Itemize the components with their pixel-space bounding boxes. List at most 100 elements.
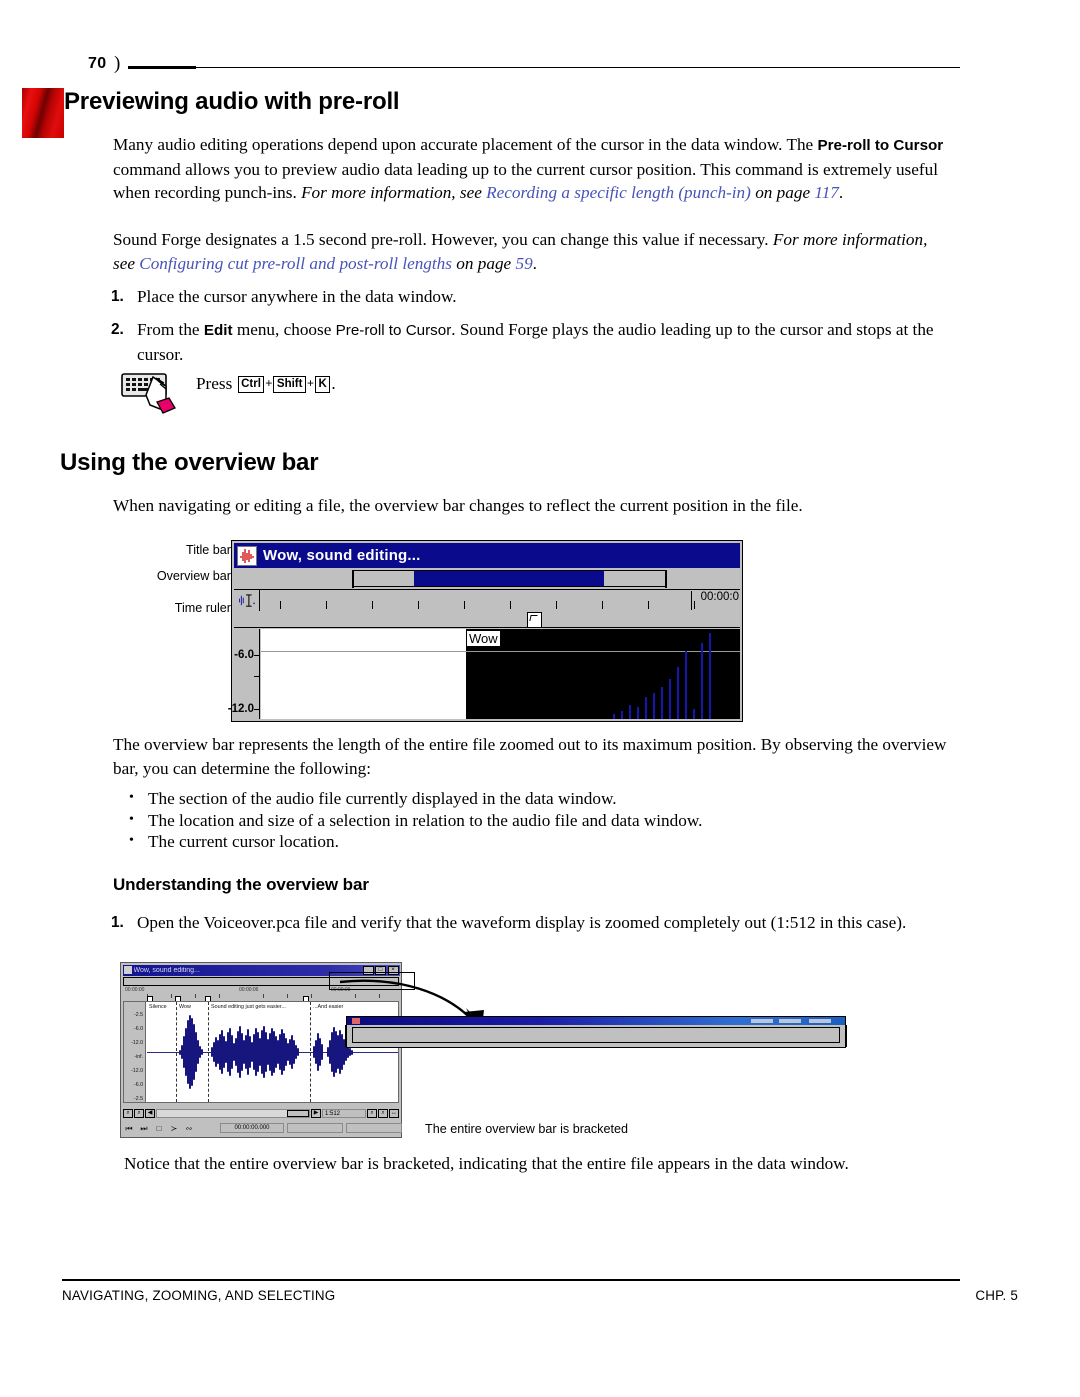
cross-reference-page-59[interactable]: 59 [515,254,532,273]
list-item-number: 2. [111,321,124,338]
footer-rule [62,1279,960,1281]
cross-reference-page-117[interactable]: 117 [814,183,839,202]
figure-annotated-data-window: Title bar Overview bar Time ruler Wow, s… [113,540,753,725]
sf-db-label-3: -inf. [134,1054,143,1060]
sf-db-label-1: -6.0 [134,1026,143,1032]
figure-caption: The entire overview bar is bracketed [425,1122,628,1136]
footer-chapter-number: CHP. 5 [975,1288,1018,1303]
waveform-document-icon [123,966,132,974]
keyboard-shortcut-tip: Press Ctrl + Shift + K. [120,368,500,416]
sf-region-label-silence: Silence [149,1004,167,1010]
list-item-text: Open the Voiceover.pca file and verify t… [137,913,907,932]
paragraph-preroll-duration: Sound Forge designates a 1.5 second pre-… [113,228,953,275]
go-to-end-icon[interactable]: ⏭ [138,1122,150,1134]
figure1-callout-labels: Title bar Overview bar Time ruler [113,540,233,720]
marker-bar[interactable] [234,611,740,628]
list-item: 1. Open the Voiceover.pca file and verif… [111,911,967,935]
key-ctrl: Ctrl [237,375,265,393]
ruler-tick-marks [262,590,740,611]
key-k: K [315,375,331,393]
edit-tool-icon[interactable] [234,590,260,611]
ruler-major-tick [690,591,692,610]
callout-label-title-bar: Title bar [185,543,231,557]
magnified-overview-bar [345,1016,847,1048]
list-item-text: Place the cursor anywhere in the data wi… [137,287,457,306]
sf-db-label-5: -6.0 [134,1082,143,1088]
paragraph-preroll-intro: Many audio editing operations depend upo… [113,133,953,205]
data-window-title-bar[interactable]: Wow, sound editing... [234,543,740,568]
waveform-zero-line [261,651,740,653]
cursor-position-field[interactable]: 00:00:00.000 [220,1123,284,1133]
overview-bar-bracket [352,570,667,588]
cross-reference-link-punch-in[interactable]: Recording a specific length (punch-in) [486,183,751,202]
list-item: The current cursor location. [127,830,957,853]
loop-icon[interactable]: ∾ [183,1122,195,1134]
paragraph-notice-bracketed: Notice that the entire overview bar is b… [124,1154,849,1173]
go-to-start-icon[interactable]: ⏮ [123,1122,135,1134]
zoom-ratio-field[interactable]: 1:512 [322,1109,366,1118]
overview-bracket-right [844,1025,847,1047]
scroll-right-icon[interactable]: ▶ [311,1109,321,1118]
folio-rule-thick [128,66,196,69]
horizontal-scrollbar[interactable] [156,1109,310,1118]
callout-label-time-ruler: Time ruler [174,601,231,615]
scrollbar-thumb[interactable] [287,1110,309,1117]
zoom-in-icon[interactable]: ⌕ [134,1109,144,1118]
page-number: 70 [88,55,107,72]
waveform-region-tooltip: Wow [466,630,501,647]
list-item: The location and size of a selection in … [127,809,957,832]
selection-end-field[interactable] [346,1123,402,1133]
waveform-display[interactable]: -6.0 -12.0 Wow [228,629,740,719]
keyboard-icon [121,373,176,414]
press-label: Press [196,374,233,393]
zoom-normal-icon[interactable]: ⌕ [378,1109,388,1118]
zoom-fit-icon[interactable]: ↔ [389,1109,399,1118]
waveform-background-dark [466,629,740,719]
subsection-heading-understanding: Understanding the overview bar [113,875,369,894]
waveform-document-icon [352,1018,360,1024]
scroll-left-icon[interactable]: ◀ [145,1109,155,1118]
selection-length-field[interactable] [287,1123,343,1133]
zoom-out-icon[interactable]: ⌕ [123,1109,133,1118]
p2-italic-onpage: on page [451,253,516,273]
minimize-button [751,1018,773,1023]
list-item: 1. Place the cursor anywhere in the data… [111,285,957,309]
sf-db-label-6: -2.5 [134,1096,143,1102]
sf-db-label-0: -2.5 [134,1012,143,1018]
amplitude-label-minus6: -6.0 [234,649,254,661]
data-window[interactable]: Wow, sound editing... 00:00:0 -6.0 -12.0… [228,540,743,722]
waveform-canvas[interactable]: Wow [261,629,740,719]
sf-ruler-label-1: 00:00:06 [239,987,259,993]
folio-paren-glyph: ) [114,53,121,74]
figure-sound-forge-window: Wow, sound editing... _ □ × 00:00:00 00:… [120,962,850,1142]
page-title: Previewing audio with pre-roll [64,88,400,115]
time-ruler[interactable]: 00:00:0 [234,589,740,611]
sf-region-label-wow: Wow [179,1004,191,1010]
cross-reference-link-configuring[interactable]: Configuring cut pre-roll and post-roll l… [139,254,452,273]
callout-label-overview-bar: Overview bar [156,569,231,583]
sf-amplitude-ruler: -2.5 -6.0 -12.0 -inf. -12.0 -6.0 -2.5 [124,1002,146,1102]
shortcut-text: Press Ctrl + Shift + K. [196,374,336,394]
bullet-list: The section of the audio file currently … [127,787,957,853]
sf-ruler-label-0: 00:00:00 [125,987,145,993]
step2-menu-name: Edit [203,322,233,339]
step2-text-a: From the [137,320,204,339]
sf-title-text: Wow, sound editing... [133,966,200,974]
document-page: 70 ) Previewing audio with pre-roll Many… [0,0,1080,1397]
list-item-number: 1. [111,288,124,305]
play-icon[interactable]: ≻ [168,1122,180,1134]
p1-italic-onpage: on page [750,183,815,203]
step2-command-name: Pre-roll to Cursor [335,322,452,339]
section-heading-overview-bar: Using the overview bar [60,449,319,476]
key-separator: + [265,376,273,390]
sf-transport-status-bar[interactable]: ⏮ ⏭ □ ≻ ∾ 00:00:00.000 [123,1121,402,1135]
ruler-time-label: 00:00:0 [700,591,739,603]
list-item: The section of the audio file currently … [127,787,957,810]
stop-icon[interactable]: □ [153,1122,165,1134]
overview-bar[interactable] [234,570,740,588]
sf-scroll-zoom-bar[interactable]: ⌕ ⌕ ◀ ▶ 1:512 ⌕ ⌕ ↔ [123,1108,399,1119]
marker-flag-icon[interactable] [527,612,542,628]
sf-db-label-4: -12.0 [131,1068,143,1074]
p2-text-a: Sound Forge designates a 1.5 second pre-… [113,230,773,249]
zoom-selection-icon[interactable]: ⌕ [367,1109,377,1118]
